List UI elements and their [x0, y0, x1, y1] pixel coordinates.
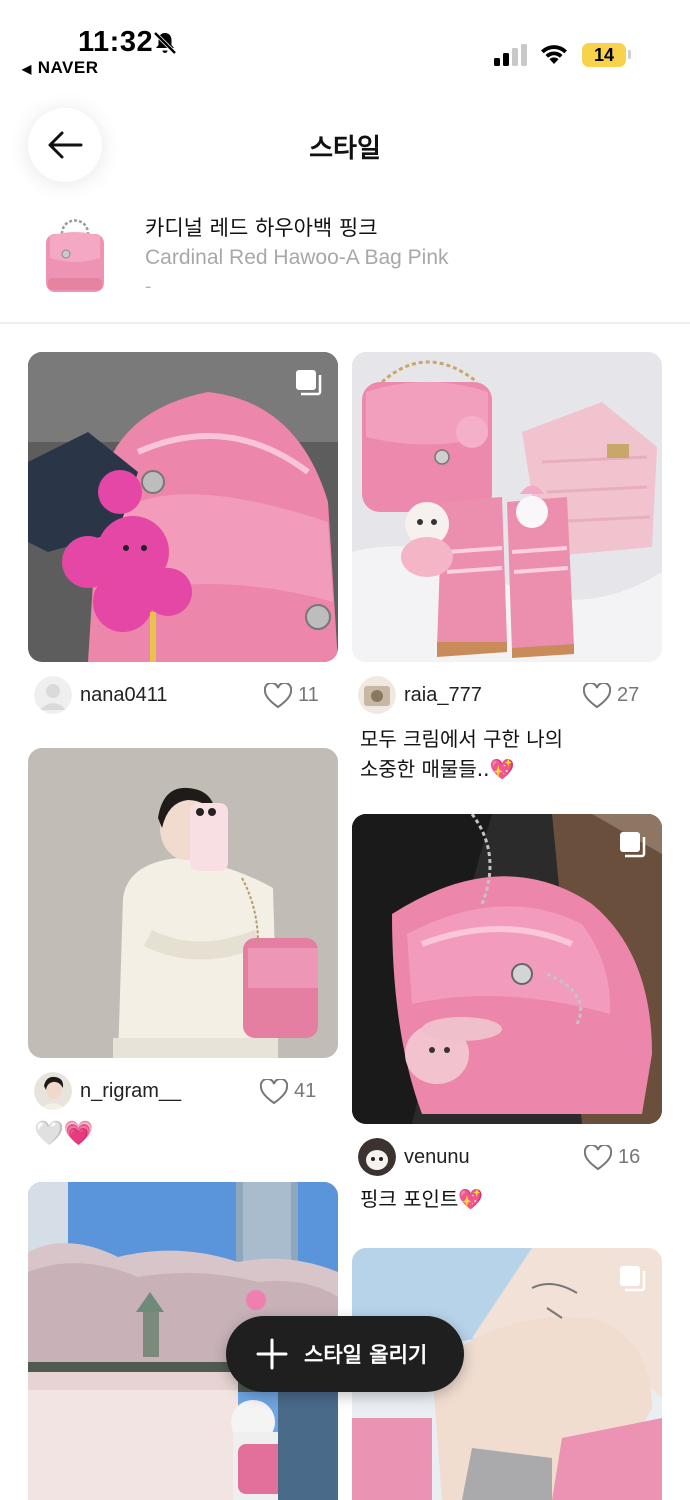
multi-image-icon [620, 1266, 646, 1292]
like-count: 27 [617, 684, 640, 706]
battery-level: 14 [582, 43, 626, 67]
post-image[interactable] [28, 352, 338, 662]
post-username[interactable]: nana0411 [80, 684, 168, 707]
multi-image-icon [620, 832, 646, 858]
post-caption-line-2: 소중한 매물들..💖 [360, 757, 515, 781]
heart-icon[interactable] [260, 1079, 288, 1105]
post-image[interactable] [352, 814, 662, 1124]
post-image[interactable] [28, 748, 338, 1058]
back-to-app-link[interactable]: ◀ NAVER [22, 58, 98, 78]
like-count: 41 [294, 1080, 317, 1102]
back-app-label: NAVER [37, 58, 99, 77]
status-bar: 11:32 ◀ NAVER 14 [0, 0, 690, 90]
product-thumbnail[interactable] [40, 212, 110, 296]
multi-image-icon [296, 370, 322, 396]
wifi-icon [541, 45, 567, 64]
product-name-english: Cardinal Red Hawoo-A Bag Pink [145, 246, 449, 269]
plus-icon [256, 1338, 288, 1370]
bell-slash-icon [153, 31, 177, 55]
heart-icon[interactable] [264, 683, 292, 709]
post-username[interactable]: raia_777 [404, 684, 482, 707]
page-title: 스타일 [309, 134, 381, 164]
heart-icon[interactable] [584, 1145, 612, 1171]
upload-style-label: 스타일 올리기 [304, 1343, 428, 1367]
post-username[interactable]: venunu [404, 1146, 470, 1169]
like-count: 16 [618, 1146, 641, 1168]
avatar[interactable] [34, 676, 72, 714]
product-subtitle: - [145, 276, 152, 297]
avatar[interactable] [358, 1138, 396, 1176]
like-count: 11 [298, 684, 319, 706]
post-image[interactable] [352, 352, 662, 662]
status-time: 11:32 [78, 26, 154, 58]
upload-style-button[interactable]: 스타일 올리기 [226, 1316, 464, 1392]
post-caption: 핑크 포인트💖 [360, 1187, 484, 1211]
signal-icon [494, 44, 527, 66]
post-caption-line-1: 모두 크림에서 구한 나의 [360, 727, 564, 751]
product-name-korean: 카디널 레드 하우아백 핑크 [145, 216, 378, 240]
avatar[interactable] [358, 676, 396, 714]
divider [0, 322, 690, 324]
post-username[interactable]: n_rigram__ [80, 1080, 181, 1103]
avatar[interactable] [34, 1072, 72, 1110]
battery-cap [628, 50, 631, 59]
post-caption: 🤍💗 [34, 1119, 94, 1147]
heart-icon[interactable] [583, 683, 611, 709]
